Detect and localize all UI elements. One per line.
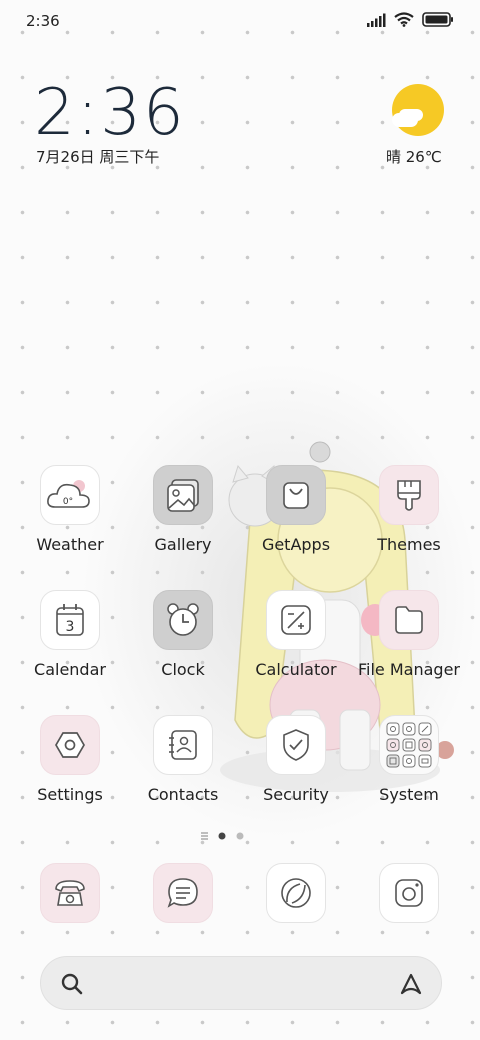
- phone-icon: [55, 880, 85, 906]
- dock-browser[interactable]: [236, 863, 356, 923]
- alarm-clock-icon: [167, 603, 199, 636]
- app-folder-icon: [386, 722, 432, 768]
- clock-app-tile[interactable]: [153, 590, 213, 650]
- shopping-bag-icon: [283, 482, 309, 509]
- app-label: Calculator: [255, 660, 337, 679]
- gallery-icon: [167, 479, 199, 512]
- app-label: System: [379, 785, 439, 804]
- sun-icon[interactable]: [392, 84, 444, 136]
- message-icon: [167, 878, 198, 908]
- app-contacts[interactable]: Contacts: [123, 715, 243, 804]
- camera-app-tile[interactable]: [379, 863, 439, 923]
- dock-phone[interactable]: [10, 863, 130, 923]
- weather-widget-text: 晴 26℃: [386, 148, 442, 166]
- page-dot[interactable]: [236, 832, 244, 840]
- phone-app-tile[interactable]: [40, 863, 100, 923]
- cloud-icon: [392, 113, 418, 127]
- app-getapps[interactable]: GetApps: [236, 465, 356, 554]
- search-bar[interactable]: [40, 956, 442, 1010]
- search-icon[interactable]: [59, 971, 85, 997]
- app-label: Security: [263, 785, 329, 804]
- getapps-app-tile[interactable]: [266, 465, 326, 525]
- battery-icon: [422, 12, 453, 27]
- dock-messages[interactable]: [123, 863, 243, 923]
- app-gallery[interactable]: Gallery: [123, 465, 243, 554]
- app-label: Weather: [36, 535, 104, 554]
- app-label: Themes: [377, 535, 441, 554]
- app-system-folder[interactable]: System: [349, 715, 469, 804]
- file-manager-app-tile[interactable]: [379, 590, 439, 650]
- app-label: Clock: [161, 660, 205, 679]
- messages-app-tile[interactable]: [153, 863, 213, 923]
- app-clock[interactable]: Clock: [123, 590, 243, 679]
- app-label: Settings: [37, 785, 103, 804]
- settings-app-tile[interactable]: [40, 715, 100, 775]
- folder-icon: [395, 606, 423, 634]
- assistant-icon[interactable]: [397, 970, 425, 998]
- app-label: Contacts: [147, 785, 219, 804]
- app-label: Calendar: [34, 660, 106, 679]
- gallery-app-tile[interactable]: [153, 465, 213, 525]
- contacts-app-tile[interactable]: [153, 715, 213, 775]
- page-indicator[interactable]: [0, 830, 480, 842]
- weather-icon-temp: 0°: [63, 497, 73, 507]
- browser-icon: [281, 878, 311, 908]
- app-settings[interactable]: Settings: [10, 715, 130, 804]
- calculator-icon: [281, 605, 311, 635]
- weather-app-tile[interactable]: 0°: [40, 465, 100, 525]
- hexagon-settings-icon: [55, 732, 85, 758]
- status-icons: [366, 12, 454, 27]
- themes-app-tile[interactable]: [379, 465, 439, 525]
- system-folder-tile[interactable]: [379, 715, 439, 775]
- weather-cloud-icon: 0°: [47, 480, 90, 508]
- status-bar: 2:36: [0, 0, 480, 44]
- calendar-app-tile[interactable]: 3: [40, 590, 100, 650]
- calculator-app-tile[interactable]: [266, 590, 326, 650]
- app-file-manager[interactable]: File Manager: [349, 590, 469, 679]
- clock-widget-date: 7月26日 周三下午: [36, 148, 160, 166]
- calendar-icon: 3: [56, 604, 84, 636]
- app-label: File Manager: [358, 660, 460, 679]
- calendar-icon-day: 3: [66, 619, 75, 635]
- signal-icon: [367, 13, 386, 27]
- app-calculator[interactable]: Calculator: [236, 590, 356, 679]
- camera-icon: [395, 879, 423, 907]
- status-time: 2:36: [26, 12, 60, 30]
- contacts-book-icon: [169, 730, 197, 760]
- page-dot-active[interactable]: [218, 832, 226, 840]
- shield-icon: [283, 729, 309, 761]
- app-weather[interactable]: 0° Weather: [10, 465, 130, 554]
- app-label: Gallery: [154, 535, 212, 554]
- security-app-tile[interactable]: [266, 715, 326, 775]
- browser-app-tile[interactable]: [266, 863, 326, 923]
- app-label: GetApps: [261, 535, 331, 554]
- wifi-icon: [394, 12, 414, 27]
- clock-widget-time[interactable]: 2:36: [34, 76, 186, 150]
- app-security[interactable]: Security: [236, 715, 356, 804]
- app-calendar[interactable]: 3 Calendar: [10, 590, 130, 679]
- paint-brush-icon: [397, 480, 421, 511]
- page-list-icon[interactable]: [201, 832, 208, 840]
- app-themes[interactable]: Themes: [349, 465, 469, 554]
- dock-camera[interactable]: [349, 863, 469, 923]
